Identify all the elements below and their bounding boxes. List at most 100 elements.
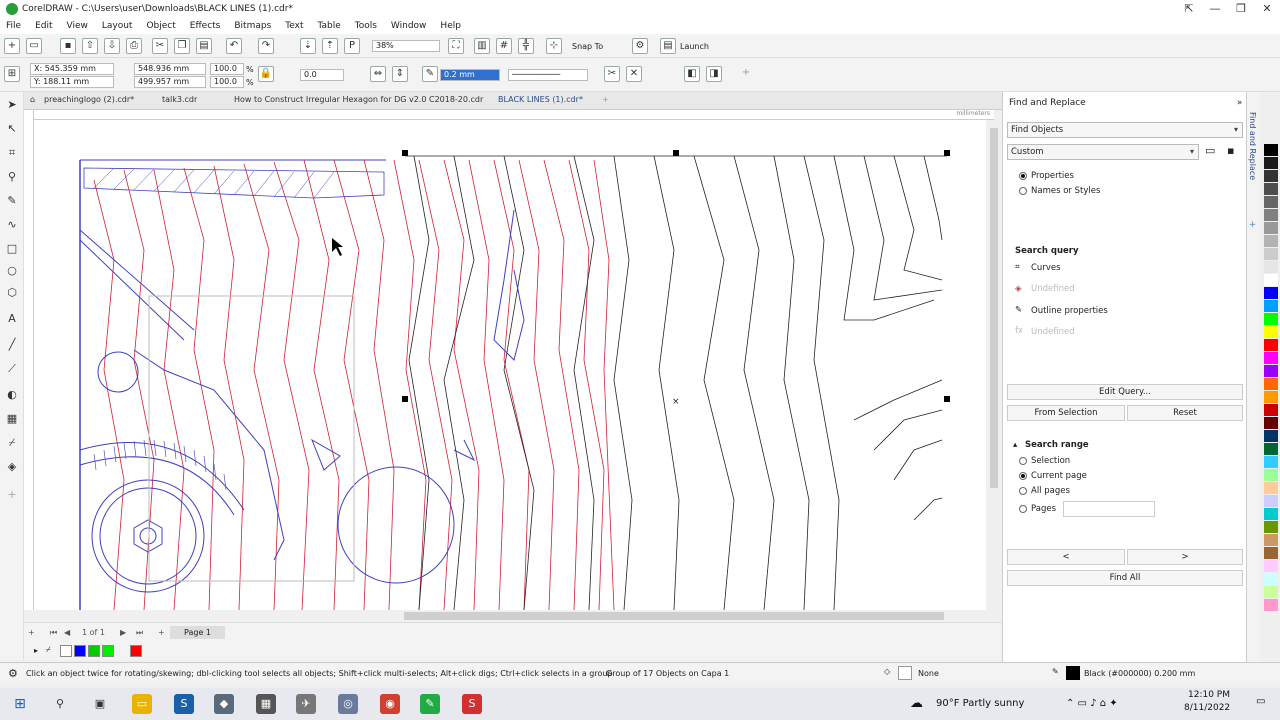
app-s-red-icon[interactable]: S: [462, 694, 482, 714]
palette-color-swatch[interactable]: [1264, 248, 1278, 261]
eyedropper-tool-icon[interactable]: ⌿: [4, 436, 20, 452]
palette-color-swatch[interactable]: [1264, 196, 1278, 209]
find-previous-button[interactable]: <: [1007, 549, 1125, 565]
print-icon[interactable]: ⎙: [126, 38, 142, 54]
menu-object[interactable]: Object: [146, 21, 175, 31]
color-swatch[interactable]: [130, 645, 142, 657]
save-icon[interactable]: ▪: [60, 38, 76, 54]
menu-help[interactable]: Help: [440, 21, 461, 31]
task-view-icon[interactable]: ▣: [90, 694, 110, 714]
palette-color-swatch[interactable]: [1264, 495, 1278, 508]
palette-color-swatch[interactable]: [1264, 482, 1278, 495]
connector-tool-icon[interactable]: ╱: [4, 338, 20, 354]
shape-tool-icon[interactable]: ↖: [4, 122, 20, 138]
guidelines-icon[interactable]: ╬: [518, 38, 534, 54]
color-swatch[interactable]: [102, 645, 114, 657]
rotation-angle-field[interactable]: 0.0: [300, 69, 344, 81]
rulers-icon[interactable]: ▥: [474, 38, 490, 54]
find-replace-side-tab[interactable]: Find and Replace: [1248, 112, 1257, 180]
radio-properties[interactable]: [1019, 172, 1027, 180]
coreldraw-taskbar-icon[interactable]: ✎: [420, 694, 440, 714]
add-page-after-icon[interactable]: +: [158, 628, 165, 637]
new-tab-icon[interactable]: +: [602, 95, 609, 104]
new-document-icon[interactable]: +: [4, 38, 20, 54]
palette-color-swatch[interactable]: [1264, 274, 1278, 287]
palette-color-swatch[interactable]: [1264, 157, 1278, 170]
radio-names-styles[interactable]: [1019, 187, 1027, 195]
app-icon[interactable]: ✈: [296, 694, 316, 714]
export-icon[interactable]: ⇡: [322, 38, 338, 54]
horizontal-scrollbar[interactable]: [34, 610, 1000, 622]
app-s-icon[interactable]: S: [174, 694, 194, 714]
palette-color-swatch[interactable]: [1264, 300, 1278, 313]
palette-eyedropper-icon[interactable]: ⌿: [46, 645, 51, 655]
file-explorer-icon[interactable]: ▭: [132, 694, 152, 714]
edit-query-button[interactable]: Edit Query...: [1007, 384, 1243, 400]
open-icon[interactable]: ▭: [26, 38, 42, 54]
launch-dropdown[interactable]: Launch: [680, 42, 709, 51]
add-docker-icon[interactable]: +: [1249, 220, 1256, 230]
palette-color-swatch[interactable]: [1264, 443, 1278, 456]
grid-icon[interactable]: #: [496, 38, 512, 54]
palette-color-swatch[interactable]: [1264, 521, 1278, 534]
outline-pen-icon[interactable]: ✎: [1052, 667, 1059, 676]
add-page-icon[interactable]: +: [28, 628, 35, 637]
blend-tool-icon[interactable]: ⟋: [4, 362, 20, 378]
add-tool-icon[interactable]: +: [4, 488, 20, 504]
first-page-icon[interactable]: ⏮: [50, 628, 57, 638]
preset-dropdown[interactable]: Custom ▾: [1007, 144, 1199, 160]
upload-icon[interactable]: ⇧: [82, 38, 98, 54]
palette-color-swatch[interactable]: [1264, 183, 1278, 196]
tab-talk3[interactable]: talk3.cdr: [162, 95, 197, 104]
position-y-field[interactable]: Y: 188.11 mm: [30, 76, 114, 88]
palette-color-swatch[interactable]: [1264, 430, 1278, 443]
menu-bitmaps[interactable]: Bitmaps: [234, 21, 271, 31]
palette-color-swatch[interactable]: [1264, 352, 1278, 365]
color-swatch[interactable]: [88, 645, 100, 657]
palette-color-swatch[interactable]: [1264, 222, 1278, 235]
options-gear-icon[interactable]: ⚙: [632, 38, 648, 54]
palette-expand-icon[interactable]: ▸: [34, 646, 38, 655]
docker-collapse-icon[interactable]: »: [1237, 98, 1242, 108]
palette-color-swatch[interactable]: [1264, 170, 1278, 183]
position-x-field[interactable]: X: 545.359 mm: [30, 63, 114, 75]
menu-edit[interactable]: Edit: [35, 21, 52, 31]
vertical-scrollbar[interactable]: [988, 120, 1000, 610]
prev-page-icon[interactable]: ◀: [64, 628, 70, 637]
undo-icon[interactable]: ↶: [226, 38, 242, 54]
palette-color-swatch[interactable]: [1264, 456, 1278, 469]
palette-color-swatch[interactable]: [1264, 586, 1278, 599]
tab-irregular-hexagon[interactable]: How to Construct Irregular Hexagon for D…: [234, 95, 483, 104]
palette-color-swatch[interactable]: [1264, 534, 1278, 547]
find-next-button[interactable]: >: [1127, 549, 1243, 565]
ellipse-tool-icon[interactable]: ○: [4, 264, 20, 280]
menu-view[interactable]: View: [67, 21, 88, 31]
notifications-icon[interactable]: ▭: [1256, 696, 1265, 707]
app-icon[interactable]: ▦: [256, 694, 276, 714]
object-origin-icon[interactable]: ⊞: [4, 66, 20, 82]
snap-to-dropdown[interactable]: Snap To: [572, 42, 603, 51]
palette-color-swatch[interactable]: [1264, 235, 1278, 248]
palette-color-swatch[interactable]: [1264, 365, 1278, 378]
menu-effects[interactable]: Effects: [190, 21, 221, 31]
rectangle-tool-icon[interactable]: □: [4, 242, 20, 258]
no-color-swatch[interactable]: [60, 645, 72, 657]
radio-all-pages[interactable]: [1019, 487, 1027, 495]
artistic-media-icon[interactable]: ∿: [4, 218, 20, 234]
palette-color-swatch[interactable]: [1264, 508, 1278, 521]
outline-width-field[interactable]: 0.2 mm: [440, 69, 500, 81]
outline-pen-icon[interactable]: ✎: [422, 66, 438, 82]
find-mode-dropdown[interactable]: Find Objects ▾: [1007, 122, 1243, 138]
zoom-level-field[interactable]: 38%: [372, 40, 440, 52]
paste-icon[interactable]: ▤: [196, 38, 212, 54]
close-button[interactable]: ✕: [1254, 0, 1280, 18]
tab-preachinglogo[interactable]: preachinglogo (2).cdr*: [44, 95, 134, 104]
height-field[interactable]: 499.957 mm: [134, 76, 206, 88]
palette-color-swatch[interactable]: [1264, 404, 1278, 417]
radio-current-page[interactable]: [1019, 472, 1027, 480]
radio-selection[interactable]: [1019, 457, 1027, 465]
cut-icon[interactable]: ✂: [152, 38, 168, 54]
chrome-icon[interactable]: ◉: [380, 694, 400, 714]
menu-layout[interactable]: Layout: [102, 21, 133, 31]
weather-text[interactable]: 90°F Partly sunny: [936, 698, 1024, 709]
